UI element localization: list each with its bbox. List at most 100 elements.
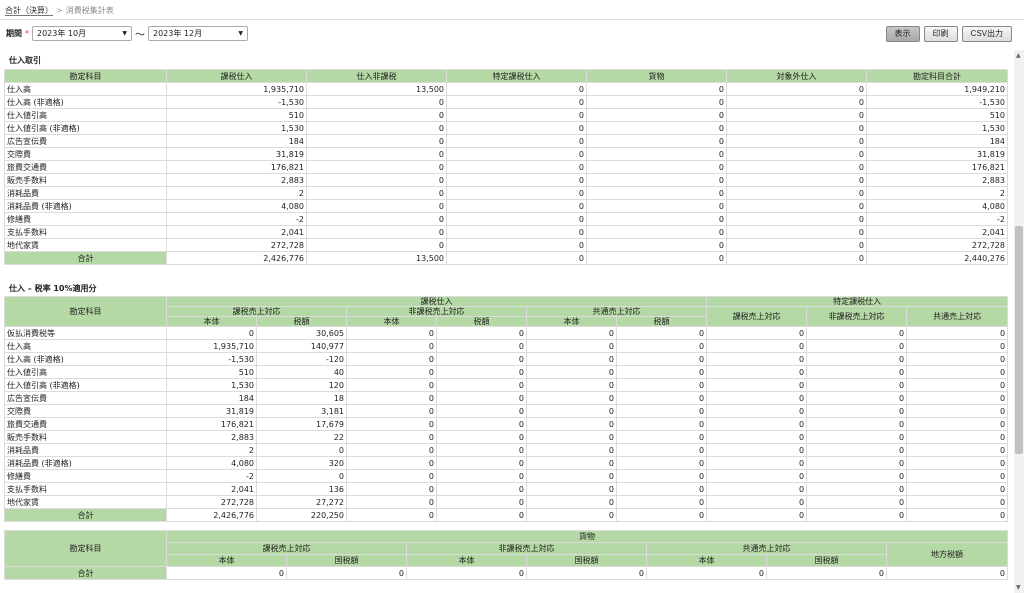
amount-cell: 0 — [446, 238, 587, 252]
header-sub: 課税売上対応 — [166, 542, 407, 555]
amount-cell: 0 — [706, 430, 808, 444]
amount-cell: 1,530 — [866, 121, 1008, 135]
header-leaf: 本体 — [526, 316, 617, 327]
header-cell: 勘定科目 — [4, 69, 167, 83]
amount-cell: 0 — [726, 147, 867, 161]
amount-cell: 0 — [526, 391, 617, 405]
scroll-up-icon[interactable]: ▲ — [1016, 52, 1021, 59]
print-button[interactable]: 印刷 — [923, 26, 958, 42]
account-name: 地代家賃 — [4, 238, 167, 252]
amount-cell: 0 — [346, 430, 437, 444]
scroll-down-icon[interactable]: ▼ — [1016, 584, 1021, 591]
amount-cell: 0 — [446, 108, 587, 122]
amount-cell: 0 — [706, 365, 808, 379]
amount-cell: 0 — [615, 404, 708, 418]
period-to-value: 2023年 12月 — [153, 29, 203, 38]
header-spec: 課税売上対応 — [706, 306, 808, 327]
table-row: 旅費交通費 176,821 17,679 0 0 0 0 0 0 0 — [4, 417, 1009, 431]
amount-cell: 0 — [886, 566, 1008, 580]
period-to-select[interactable]: 2023年 12月 ▼ — [148, 26, 248, 41]
amount-cell: 0 — [906, 456, 1009, 470]
table-header-row: 勘定科目 課税仕入 特定課税仕入 — [4, 296, 1009, 327]
amount-cell: 0 — [346, 469, 437, 483]
amount-cell: 0 — [306, 95, 447, 109]
amount-cell: 0 — [526, 326, 617, 340]
header-leaf: 国税額 — [766, 554, 887, 567]
amount-cell: 2 — [866, 186, 1008, 200]
amount-cell: 0 — [436, 339, 527, 353]
breadcrumb-separator: > — [56, 6, 63, 15]
amount-cell: 0 — [726, 95, 867, 109]
amount-cell: 1,935,710 — [166, 339, 257, 353]
account-name: 消耗品費 — [4, 186, 167, 200]
amount-cell: 0 — [806, 391, 908, 405]
amount-cell: 0 — [615, 508, 708, 522]
table-row: 仕入値引高 510 0 0 0 0 510 — [4, 108, 1008, 122]
total-label: 合計 — [4, 508, 167, 522]
amount-cell: -2 — [166, 212, 307, 226]
section-title-tax10: 仕入 – 税率 10%適用分 — [9, 284, 97, 293]
amount-cell: 0 — [906, 430, 1009, 444]
amount-cell: 0 — [906, 339, 1009, 353]
account-name: 仕入値引高 — [4, 108, 167, 122]
amount-cell: 2,440,276 — [866, 251, 1008, 265]
amount-cell: -2 — [866, 212, 1008, 226]
required-mark: * — [25, 29, 29, 38]
amount-cell: 0 — [706, 482, 808, 496]
amount-cell: 0 — [615, 495, 708, 509]
amount-cell: 0 — [446, 212, 587, 226]
show-button[interactable]: 表示 — [885, 26, 920, 42]
amount-cell: 0 — [346, 417, 437, 431]
amount-cell: 0 — [586, 160, 727, 174]
header-cell: 特定課税仕入 — [446, 69, 587, 83]
amount-cell: 2,041 — [866, 225, 1008, 239]
amount-cell: 0 — [726, 108, 867, 122]
amount-cell: 2,883 — [166, 430, 257, 444]
account-name: 販売手数料 — [4, 173, 167, 187]
table-row: 仕入値引高 510 40 0 0 0 0 0 0 0 — [4, 365, 1009, 379]
table-header-row: 勘定科目 貨物 — [4, 530, 1008, 567]
amount-cell: 0 — [906, 326, 1009, 340]
amount-cell: 0 — [586, 108, 727, 122]
account-name: 仕入高 — [4, 82, 167, 96]
amount-cell: 0 — [256, 443, 347, 457]
amount-cell: 510 — [166, 365, 257, 379]
period-from-select[interactable]: 2023年 10月 ▼ — [32, 26, 132, 41]
amount-cell: 0 — [446, 199, 587, 213]
amount-cell: 0 — [346, 339, 437, 353]
amount-cell: 0 — [526, 482, 617, 496]
amount-cell: -1,530 — [166, 352, 257, 366]
amount-cell: 2,041 — [166, 225, 307, 239]
amount-cell: 0 — [306, 225, 447, 239]
scrollbar-thumb[interactable] — [1015, 226, 1023, 454]
amount-cell: 184 — [866, 134, 1008, 148]
amount-cell: 0 — [706, 352, 808, 366]
amount-cell: 0 — [306, 173, 447, 187]
amount-cell: 0 — [615, 417, 708, 431]
breadcrumb-current: 消費税集計表 — [65, 6, 114, 15]
account-name: 消耗品費 — [4, 443, 167, 457]
amount-cell: 184 — [166, 391, 257, 405]
vertical-scrollbar[interactable]: ▲ ▼ — [1014, 50, 1024, 593]
breadcrumb-link-settlement[interactable]: 合計（決算） — [5, 6, 53, 16]
amount-cell: 0 — [346, 391, 437, 405]
amount-cell: 0 — [306, 108, 447, 122]
amount-cell: 0 — [906, 378, 1009, 392]
amount-cell: 0 — [346, 404, 437, 418]
amount-cell: 0 — [436, 378, 527, 392]
amount-cell: 0 — [615, 469, 708, 483]
account-name: 旅費交通費 — [4, 160, 167, 174]
amount-cell: 0 — [726, 238, 867, 252]
amount-cell: 0 — [586, 212, 727, 226]
total-row: 合計 2,426,776 13,500 0 0 0 2,440,276 — [4, 251, 1008, 265]
amount-cell: 0 — [346, 443, 437, 457]
header-sub: 非課税売上対応 — [346, 306, 527, 317]
header-sub: 共通売上対応 — [646, 542, 887, 555]
amount-cell: 0 — [806, 352, 908, 366]
chevron-down-icon: ▼ — [122, 30, 127, 37]
amount-cell: 30,605 — [256, 326, 347, 340]
amount-cell: 120 — [256, 378, 347, 392]
amount-cell: 0 — [806, 417, 908, 431]
amount-cell: 0 — [446, 95, 587, 109]
csv-export-button[interactable]: CSV出力 — [961, 26, 1012, 42]
